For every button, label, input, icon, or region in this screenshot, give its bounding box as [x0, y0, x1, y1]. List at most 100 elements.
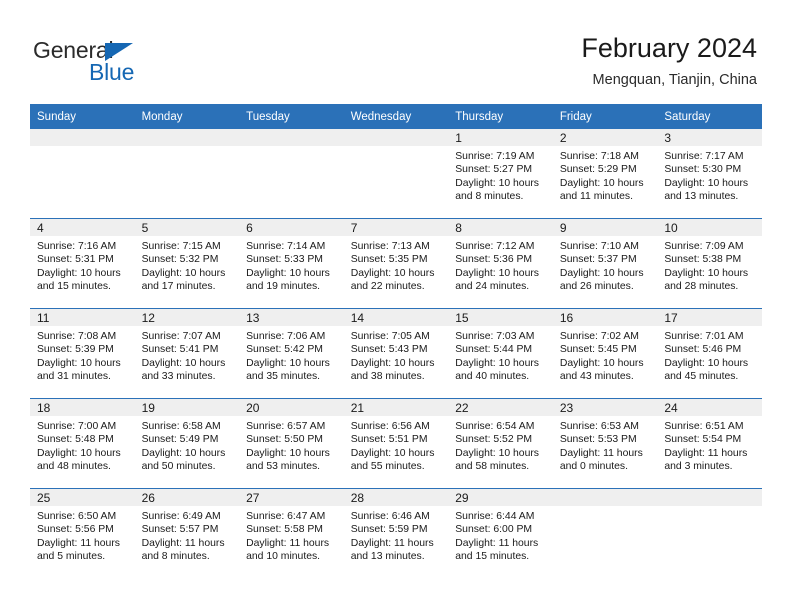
calendar-day-cell[interactable]: 2 Sunrise: 7:18 AM Sunset: 5:29 PM Daylight… — [552, 129, 658, 219]
calendar-day-cell[interactable]: 23 Sunrise: 6:53 AM Sunset: 5:53 PM Dayligh… — [552, 398, 658, 489]
weekday-header-friday: Friday — [552, 104, 658, 129]
day-cell-inner: 28 Sunrise: 6:46 AM Sunset: 5:59 PM Dayligh… — [343, 489, 449, 578]
calendar-day-cell[interactable]: 14 Sunrise: 7:05 AM Sunset: 5:43 PM Dayligh… — [343, 308, 449, 399]
weekday-header-thursday: Thursday — [448, 104, 553, 129]
calendar-table: Sunday Monday Tuesday Wednesday Thursday… — [30, 104, 762, 578]
sunset-text: Sunset: 5:36 PM — [455, 254, 533, 266]
calendar-day-cell[interactable]: 16 Sunrise: 7:02 AM Sunset: 5:45 PM Dayligh… — [552, 308, 658, 399]
calendar-day-cell[interactable]: 5 Sunrise: 7:15 AM Sunset: 5:32 PM Daylight… — [134, 218, 240, 309]
day-cell-details: Sunrise: 7:02 AM Sunset: 5:45 PM Daylight:… — [553, 326, 658, 384]
day-cell-inner: 14 Sunrise: 7:05 AM Sunset: 5:43 PM Dayligh… — [343, 309, 449, 398]
calendar-day-cell[interactable]: 15 Sunrise: 7:03 AM Sunset: 5:44 PM Dayligh… — [448, 308, 553, 399]
day-number: 3 — [657, 129, 762, 146]
daylight-text: Daylight: 10 hours and 26 minutes. — [559, 267, 644, 293]
daylight-text: Daylight: 10 hours and 35 minutes. — [246, 357, 330, 383]
daylight-text: Daylight: 10 hours and 48 minutes. — [37, 447, 121, 473]
day-number — [343, 129, 449, 146]
day-cell-details: Sunrise: 7:12 AM Sunset: 5:36 PM Daylight:… — [448, 236, 553, 294]
sunset-text: Sunset: 5:41 PM — [141, 344, 219, 356]
calendar-day-cell[interactable]: 18 Sunrise: 7:00 AM Sunset: 5:48 PM Dayligh… — [30, 398, 135, 489]
calendar-day-cell[interactable]: 26 Sunrise: 6:49 AM Sunset: 5:57 PM Dayligh… — [134, 488, 240, 578]
day-cell-details: Sunrise: 6:47 AM Sunset: 5:58 PM Daylight:… — [239, 506, 344, 564]
calendar-day-cell[interactable]: 28 Sunrise: 6:46 AM Sunset: 5:59 PM Dayligh… — [343, 488, 449, 578]
sunrise-text: Sunrise: 7:03 AM — [455, 331, 535, 342]
calendar-day-cell[interactable]: 1 Sunrise: 7:19 AM Sunset: 5:27 PM Daylight… — [448, 129, 553, 219]
calendar-day-cell[interactable]: 10 Sunrise: 7:09 AM Sunset: 5:38 PM Dayligh… — [657, 218, 762, 309]
calendar-day-cell[interactable]: 8 Sunrise: 7:12 AM Sunset: 5:36 PM Daylight… — [448, 218, 553, 309]
day-cell-details: Sunrise: 7:13 AM Sunset: 5:35 PM Daylight:… — [344, 236, 449, 294]
day-cell-inner: 5 Sunrise: 7:15 AM Sunset: 5:32 PM Daylight… — [134, 219, 240, 308]
page-title: February 2024 — [581, 33, 757, 63]
sunrise-text: Sunrise: 6:58 AM — [141, 421, 221, 432]
calendar-day-cell[interactable]: 17 Sunrise: 7:01 AM Sunset: 5:46 PM Dayligh… — [657, 308, 762, 399]
brand-name-blue: Blue — [89, 59, 135, 85]
daylight-text: Daylight: 10 hours and 19 minutes. — [246, 267, 330, 293]
day-number: 8 — [448, 219, 553, 236]
day-number: 4 — [30, 219, 135, 236]
day-number: 12 — [134, 309, 240, 326]
calendar-day-cell[interactable]: 24 Sunrise: 6:51 AM Sunset: 5:54 PM Dayligh… — [657, 398, 762, 489]
daylight-text: Daylight: 10 hours and 11 minutes. — [559, 177, 644, 203]
day-cell-inner: 13 Sunrise: 7:06 AM Sunset: 5:42 PM Dayligh… — [239, 309, 344, 398]
day-number — [30, 129, 135, 146]
day-cell-inner: 11 Sunrise: 7:08 AM Sunset: 5:39 PM Dayligh… — [30, 309, 135, 398]
sunrise-text: Sunrise: 6:53 AM — [559, 421, 639, 432]
calendar-day-cell[interactable]: 11 Sunrise: 7:08 AM Sunset: 5:39 PM Dayligh… — [30, 308, 135, 399]
day-number: 25 — [30, 489, 135, 506]
sunset-text: Sunset: 5:58 PM — [246, 524, 323, 536]
sunrise-text: Sunrise: 6:50 AM — [37, 511, 117, 522]
day-cell-inner: 6 Sunrise: 7:14 AM Sunset: 5:33 PM Daylight… — [239, 219, 344, 308]
calendar-day-cell[interactable]: 12 Sunrise: 7:07 AM Sunset: 5:41 PM Dayligh… — [134, 308, 240, 399]
daylight-text: Daylight: 10 hours and 15 minutes. — [37, 267, 121, 293]
calendar-day-cell[interactable]: 29 Sunrise: 6:44 AM Sunset: 6:00 PM Dayligh… — [448, 488, 553, 578]
day-cell-details: Sunrise: 7:16 AM Sunset: 5:31 PM Daylight:… — [30, 236, 135, 294]
weekday-header-sunday: Sunday — [30, 104, 135, 129]
sunset-text: Sunset: 5:33 PM — [246, 254, 323, 266]
day-number: 15 — [448, 309, 553, 326]
day-cell-details: Sunrise: 7:14 AM Sunset: 5:33 PM Daylight:… — [239, 236, 344, 294]
calendar-day-cell[interactable]: 22 Sunrise: 6:54 AM Sunset: 5:52 PM Dayligh… — [448, 398, 553, 489]
calendar-day-cell[interactable]: 21 Sunrise: 6:56 AM Sunset: 5:51 PM Dayligh… — [343, 398, 449, 489]
day-cell-inner: 16 Sunrise: 7:02 AM Sunset: 5:45 PM Dayligh… — [552, 309, 658, 398]
daylight-text: Daylight: 10 hours and 31 minutes. — [37, 357, 121, 383]
sunset-text: Sunset: 5:38 PM — [664, 254, 742, 266]
day-number — [657, 489, 762, 506]
calendar-week-row: 25 Sunrise: 6:50 AM Sunset: 5:56 PM Dayligh… — [30, 488, 762, 578]
day-cell-inner: 23 Sunrise: 6:53 AM Sunset: 5:53 PM Dayligh… — [552, 399, 658, 488]
day-cell-details: Sunrise: 7:01 AM Sunset: 5:46 PM Daylight:… — [657, 326, 762, 384]
day-number: 2 — [552, 129, 658, 146]
calendar-day-cell[interactable]: 3 Sunrise: 7:17 AM Sunset: 5:30 PM Daylight… — [657, 129, 762, 219]
sunset-text: Sunset: 5:44 PM — [455, 344, 533, 356]
day-number: 1 — [448, 129, 553, 146]
calendar-day-cell[interactable]: 20 Sunrise: 6:57 AM Sunset: 5:50 PM Dayligh… — [239, 398, 344, 489]
calendar-day-cell[interactable]: 27 Sunrise: 6:47 AM Sunset: 5:58 PM Dayligh… — [239, 488, 344, 578]
day-cell-inner: 9 Sunrise: 7:10 AM Sunset: 5:37 PM Daylight… — [552, 219, 658, 308]
day-cell-inner: 20 Sunrise: 6:57 AM Sunset: 5:50 PM Dayligh… — [239, 399, 344, 488]
calendar-day-cell[interactable]: 13 Sunrise: 7:06 AM Sunset: 5:42 PM Dayligh… — [239, 308, 344, 399]
calendar-day-cell[interactable]: 19 Sunrise: 6:58 AM Sunset: 5:49 PM Dayligh… — [134, 398, 240, 489]
day-number: 29 — [448, 489, 553, 506]
daylight-text: Daylight: 10 hours and 17 minutes. — [141, 267, 226, 293]
sunset-text: Sunset: 5:42 PM — [246, 344, 323, 356]
calendar-day-cell[interactable]: 7 Sunrise: 7:13 AM Sunset: 5:35 PM Daylight… — [343, 218, 449, 309]
calendar-day-cell[interactable]: 6 Sunrise: 7:14 AM Sunset: 5:33 PM Daylight… — [239, 218, 344, 309]
calendar-cell-empty — [134, 129, 240, 219]
calendar-day-cell[interactable]: 9 Sunrise: 7:10 AM Sunset: 5:37 PM Daylight… — [552, 218, 658, 309]
day-cell-inner — [657, 489, 762, 578]
calendar-day-cell[interactable]: 25 Sunrise: 6:50 AM Sunset: 5:56 PM Dayligh… — [30, 488, 135, 578]
calendar-day-cell[interactable]: 4 Sunrise: 7:16 AM Sunset: 5:31 PM Daylight… — [30, 218, 135, 309]
daylight-text: Daylight: 10 hours and 43 minutes. — [559, 357, 644, 383]
day-cell-details: Sunrise: 7:05 AM Sunset: 5:43 PM Daylight:… — [344, 326, 449, 384]
sunset-text: Sunset: 5:59 PM — [350, 524, 428, 536]
day-cell-inner: 27 Sunrise: 6:47 AM Sunset: 5:58 PM Dayligh… — [239, 489, 344, 578]
day-cell-details: Sunrise: 6:57 AM Sunset: 5:50 PM Daylight:… — [239, 416, 344, 474]
brand-logo[interactable]: General Blue — [33, 37, 253, 87]
day-cell-inner: 8 Sunrise: 7:12 AM Sunset: 5:36 PM Daylight… — [448, 219, 553, 308]
day-number: 6 — [239, 219, 344, 236]
sunrise-text: Sunrise: 6:44 AM — [455, 511, 535, 522]
sunrise-text: Sunrise: 7:08 AM — [37, 331, 117, 342]
sunset-text: Sunset: 5:35 PM — [350, 254, 428, 266]
sunrise-text: Sunrise: 6:56 AM — [350, 421, 430, 432]
weekday-header-wednesday: Wednesday — [343, 104, 449, 129]
day-number: 27 — [239, 489, 344, 506]
